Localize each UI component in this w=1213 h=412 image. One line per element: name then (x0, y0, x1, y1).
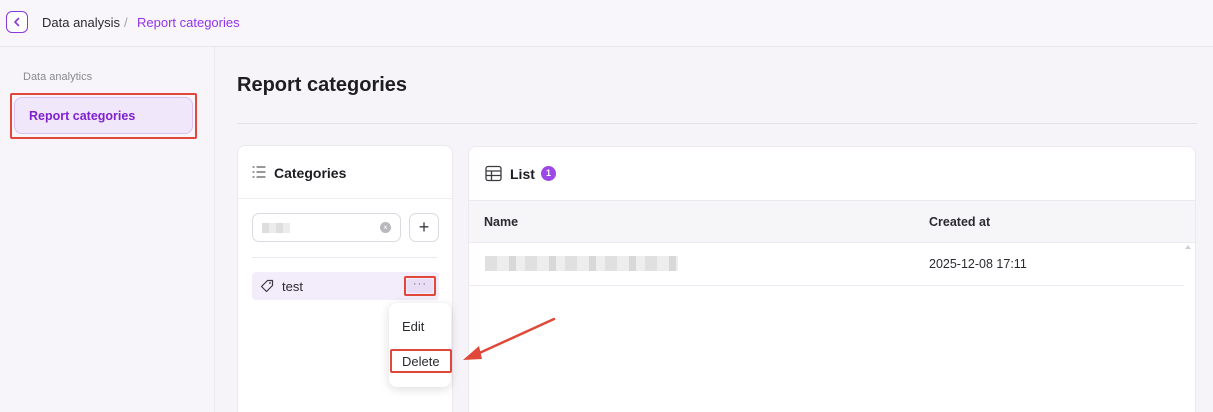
breadcrumb-parent[interactable]: Data analysis (42, 15, 120, 30)
panel-header-divider (238, 198, 452, 199)
clear-icon[interactable]: × (380, 222, 391, 233)
add-category-button[interactable]: + (409, 213, 439, 242)
top-bar: Data analysis / Report categories (0, 0, 1213, 47)
page-title: Report categories (237, 74, 408, 96)
list-panel: List 1 Name Created at 2025-12-08 17:11 (468, 146, 1196, 412)
chevron-left-icon (14, 17, 20, 27)
more-options-button[interactable]: ··· (407, 279, 433, 293)
created-at-cell: 2025-12-08 17:11 (929, 257, 1027, 271)
title-divider (237, 123, 1197, 124)
table-header: Name Created at (469, 200, 1195, 243)
sidebar-section-label: Data analytics (23, 71, 93, 83)
list-icon (252, 166, 266, 178)
breadcrumb-separator: / (124, 15, 128, 30)
annotation-arrow (463, 317, 556, 360)
menu-item-delete[interactable]: Delete (402, 354, 440, 369)
context-menu: Edit Delete (389, 303, 452, 387)
table-icon (485, 165, 502, 182)
count-badge: 1 (541, 166, 556, 181)
list-divider (252, 257, 438, 258)
categories-panel: Categories × + test ··· Edit Delete (237, 145, 453, 412)
categories-title: Categories (274, 165, 347, 181)
search-input[interactable]: × (252, 213, 401, 242)
scrollbar-up-arrow[interactable] (1185, 245, 1191, 249)
breadcrumb-current: Report categories (137, 15, 240, 30)
search-value-redacted (262, 223, 290, 233)
list-title: List (510, 166, 535, 182)
menu-item-edit[interactable]: Edit (402, 319, 424, 334)
name-cell-redacted (485, 256, 678, 271)
sidebar-item-report-categories[interactable]: Report categories (14, 97, 193, 134)
column-header-name[interactable]: Name (484, 215, 518, 229)
back-button[interactable] (6, 11, 28, 33)
tag-icon (260, 279, 274, 293)
sidebar: Data analytics Report categories (0, 47, 215, 412)
column-header-created-at[interactable]: Created at (929, 215, 990, 229)
table-row[interactable]: 2025-12-08 17:11 (469, 243, 1184, 286)
category-item-label: test (282, 279, 303, 294)
